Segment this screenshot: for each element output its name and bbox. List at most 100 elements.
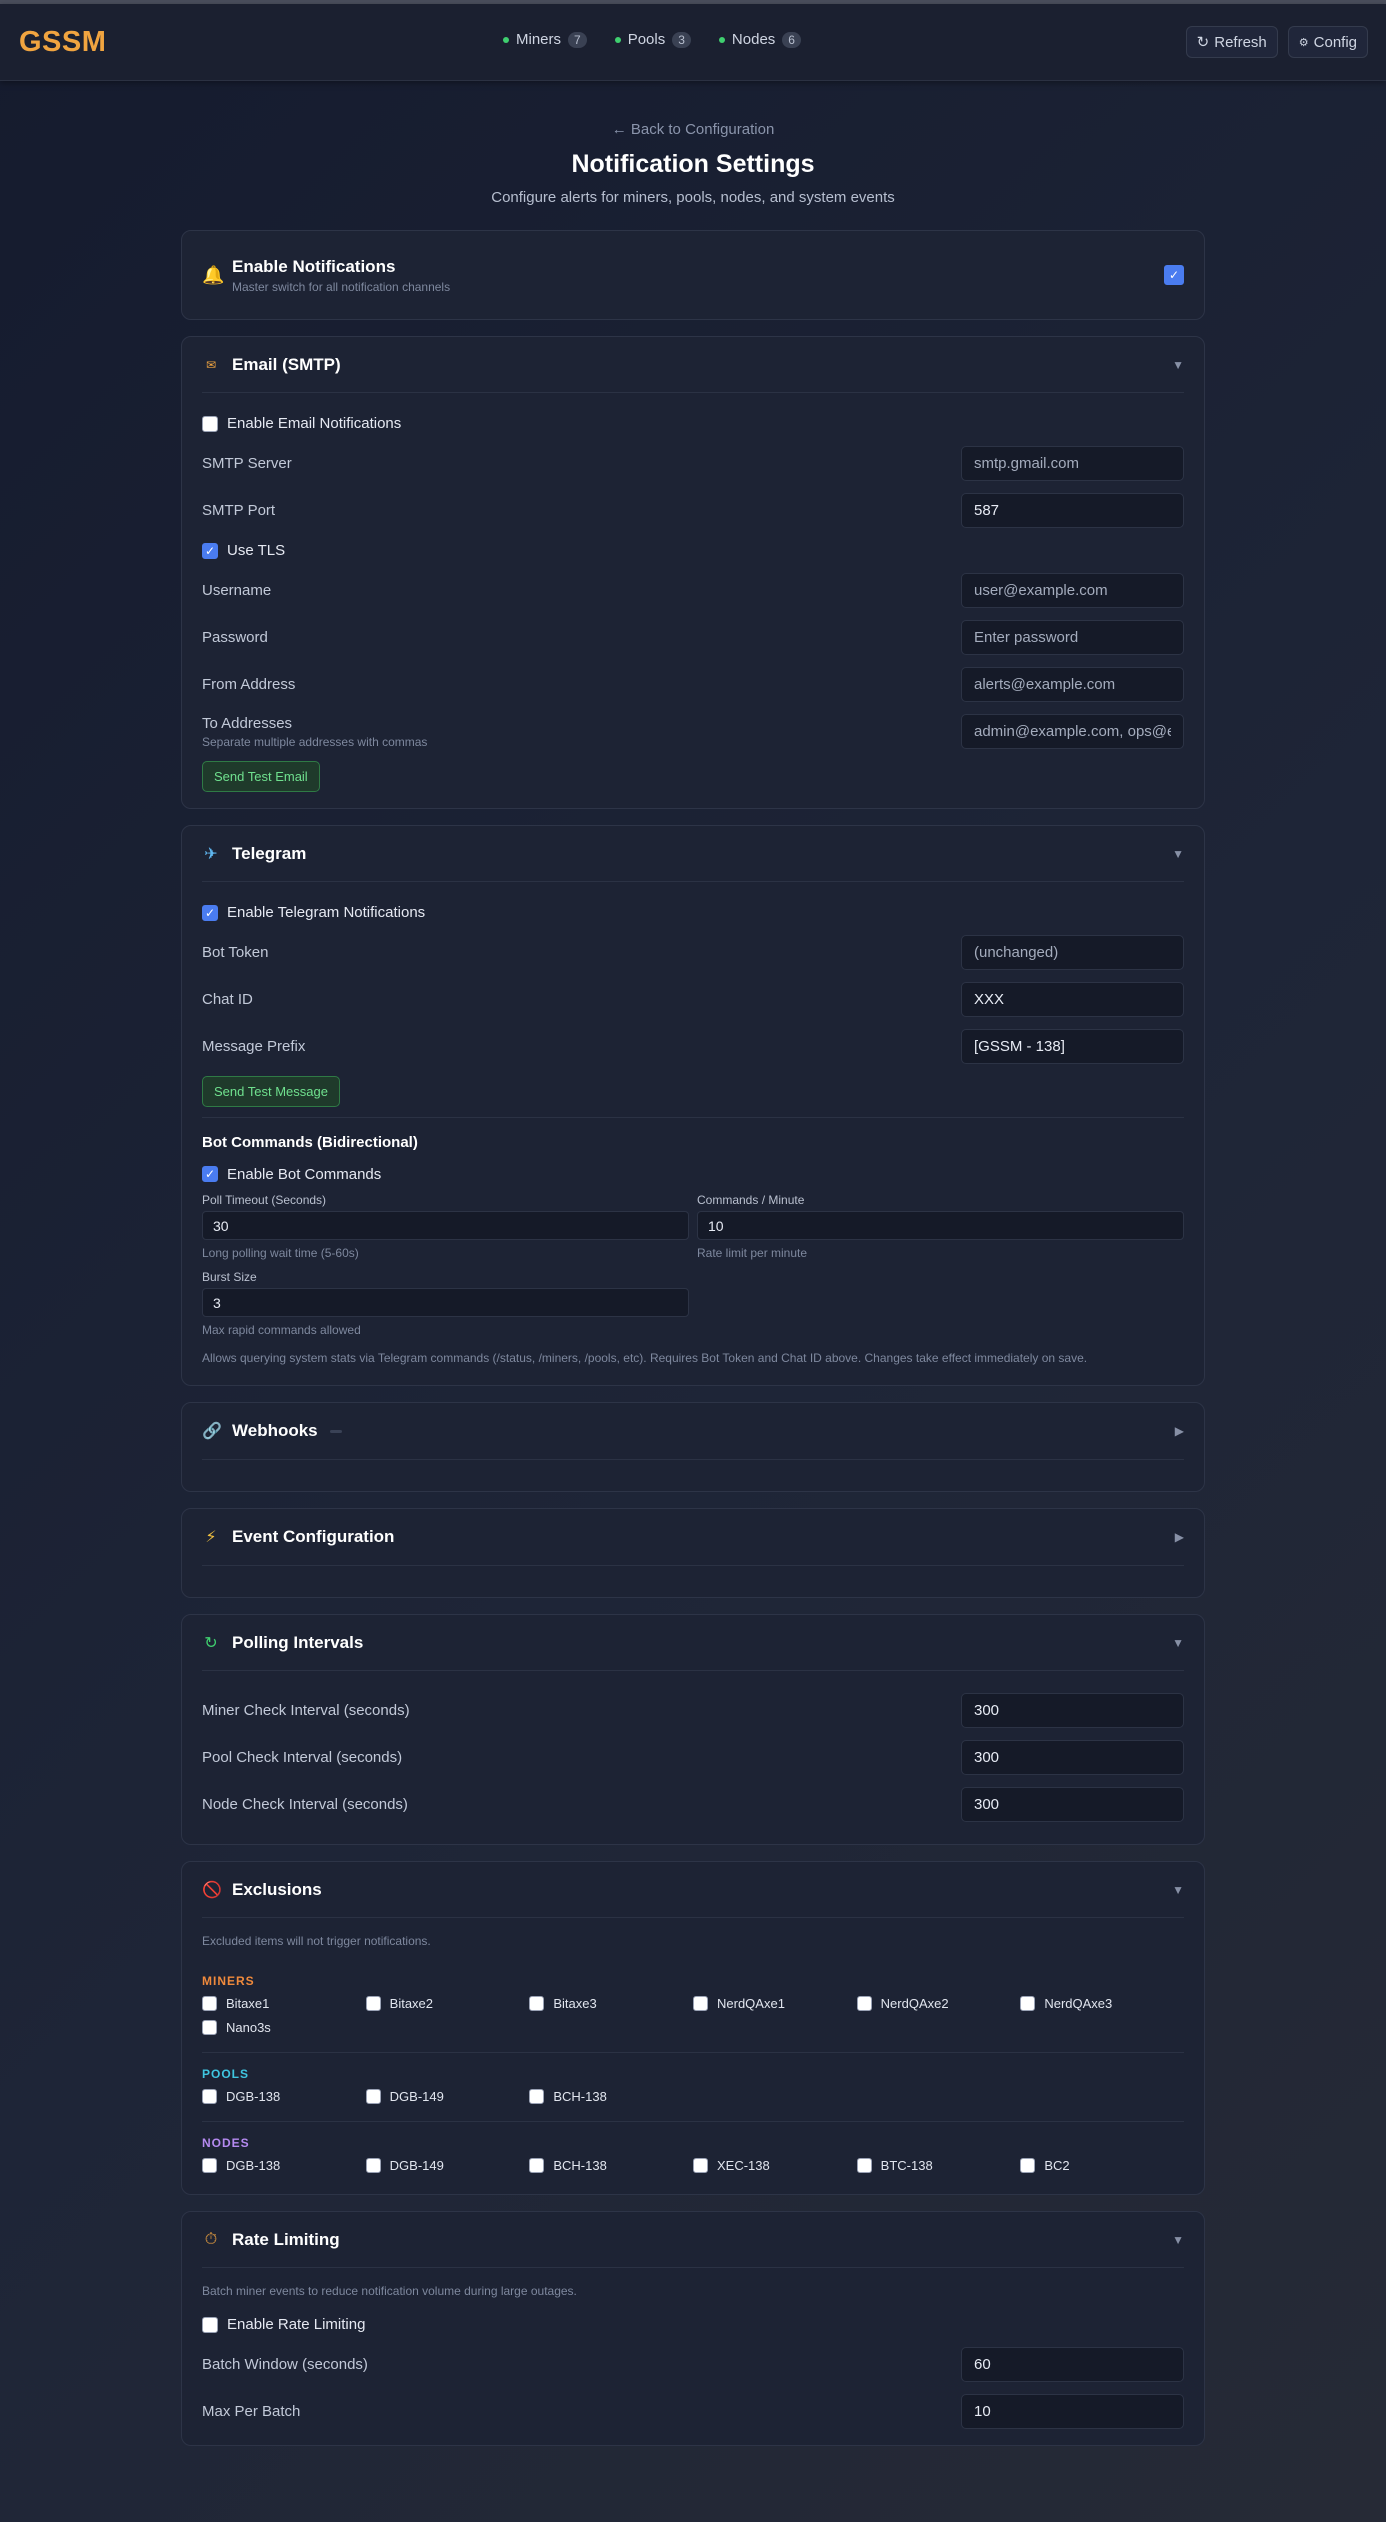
exclusion-item-label: BCH-138 [553,2088,607,2104]
refresh-button[interactable]: ↻ Refresh [1185,26,1278,58]
enable-bot-commands-row[interactable]: Enable Bot Commands [202,1161,1184,1187]
chevron-down-icon[interactable]: ▼ [1172,358,1184,372]
miner-check-interval-input[interactable] [961,1693,1184,1728]
nav-tab-nodes[interactable]: Nodes 6 [711,27,809,52]
exclusion-checkbox[interactable] [856,2157,872,2173]
exclusion-checkbox[interactable] [202,2019,217,2035]
message-prefix-input[interactable] [961,1029,1184,1064]
exclusion-checkbox[interactable] [1020,2157,1036,2173]
link-icon: 🔗 [202,1423,222,1440]
node-check-interval-label: Node Check Interval (seconds) [202,1796,408,1813]
use-tls-row[interactable]: Use TLS [202,534,1184,567]
exclusion-checkbox[interactable] [202,2157,217,2173]
chat-id-label: Chat ID [202,991,253,1008]
back-to-configuration-link[interactable]: ← Back to Configuration [0,121,1386,138]
master-switch-checkbox[interactable] [1164,265,1184,285]
max-per-batch-input[interactable] [961,2394,1184,2429]
smtp-server-input[interactable] [961,446,1184,481]
pool-check-interval-input[interactable] [961,1740,1184,1775]
smtp-port-input[interactable] [961,493,1184,528]
send-test-message-button[interactable]: Send Test Message [202,1076,340,1107]
exclusions-card-title: Exclusions [232,1879,322,1899]
exclusion-checkbox[interactable] [529,1995,545,2011]
chevron-down-icon[interactable]: ▼ [1172,2233,1184,2247]
burst-size-input[interactable] [202,1288,689,1317]
exclusion-item-label: NerdQAxe1 [717,1995,785,2011]
poll-timeout-input[interactable] [202,1211,689,1240]
webhooks-card-header[interactable]: 🔗 Webhooks ▶ [202,1403,1184,1460]
pool-check-interval-row: Pool Check Interval (seconds) [202,1734,1184,1781]
exclusions-card-header[interactable]: 🚫 Exclusions ▼ [202,1862,1184,1918]
exclusion-item-node[interactable]: BCH-138 [529,2156,693,2174]
exclusion-item-label: Bitaxe3 [553,1995,597,2011]
exclusion-checkbox[interactable] [365,2157,381,2173]
chevron-right-icon[interactable]: ▶ [1175,1424,1184,1438]
status-dot-icon [614,36,621,43]
exclusion-checkbox[interactable] [529,2088,545,2104]
enable-rate-limiting-row[interactable]: Enable Rate Limiting [202,2308,1184,2341]
exclusion-item-pool[interactable]: BCH-138 [529,2087,693,2105]
refresh-label: Refresh [1214,33,1267,51]
bot-token-input[interactable] [961,935,1184,970]
email-card-header[interactable]: ✉ Email (SMTP) ▼ [202,337,1184,393]
exclusion-item-miner[interactable]: Bitaxe2 [365,1994,530,2012]
chevron-right-icon[interactable]: ▶ [1175,1530,1184,1544]
username-input[interactable] [961,573,1184,608]
password-input[interactable] [961,620,1184,655]
nodes-section-label: NODES [202,2136,250,2150]
chat-id-input[interactable] [961,982,1184,1017]
enable-email-checkbox[interactable] [202,415,218,432]
enable-bot-commands-checkbox[interactable] [202,1166,218,1182]
config-button[interactable]: ⚙ Config [1287,26,1368,58]
exclusion-item-label: DGB-149 [389,2088,444,2104]
count-badge: 7 [568,31,587,48]
enable-rate-limiting-checkbox[interactable] [202,2316,218,2333]
exclusion-item-node[interactable]: BC2 [1020,2156,1184,2174]
from-address-input[interactable] [961,667,1184,702]
exclusion-checkbox[interactable] [202,2088,217,2104]
exclusion-item-miner[interactable]: Bitaxe1 [202,1994,366,2012]
exclusion-item-pool[interactable]: DGB-149 [365,2087,530,2105]
use-tls-checkbox[interactable] [202,542,218,559]
settings-container: 🔔 Enable Notifications Master switch for… [181,230,1205,2446]
chevron-down-icon[interactable]: ▼ [1172,1883,1184,1897]
send-test-email-button[interactable]: Send Test Email [202,761,320,792]
exclusion-checkbox[interactable] [693,1995,708,2011]
chevron-down-icon[interactable]: ▼ [1172,847,1184,861]
exclusion-checkbox[interactable] [365,1995,381,2011]
exclusion-item-pool[interactable]: DGB-138 [202,2087,366,2105]
exclusion-checkbox[interactable] [365,2088,381,2104]
exclusion-checkbox[interactable] [1020,1995,1036,2011]
exclusion-checkbox[interactable] [693,2157,708,2173]
smtp-port-label: SMTP Port [202,502,276,519]
exclusion-checkbox[interactable] [529,2157,545,2173]
enable-telegram-row[interactable]: Enable Telegram Notifications [202,896,1184,929]
enable-telegram-checkbox[interactable] [202,904,218,921]
exclusion-item-node[interactable]: DGB-149 [365,2156,530,2174]
nav-tab-label: Nodes [731,31,776,48]
app-logo[interactable]: GSSM [19,26,106,59]
chevron-down-icon[interactable]: ▼ [1172,1636,1184,1650]
event-configuration-card-header[interactable]: ⚡ Event Configuration ▶ [202,1509,1184,1566]
commands-per-minute-input[interactable] [697,1211,1184,1240]
exclusion-checkbox[interactable] [856,1995,872,2011]
exclusion-item-miner[interactable]: NerdQAxe2 [856,1994,1021,2012]
exclusion-checkbox[interactable] [202,1995,217,2011]
telegram-card-header[interactable]: ✈ Telegram ▼ [202,826,1184,882]
polling-intervals-card-header[interactable]: ↻ Polling Intervals ▼ [202,1615,1184,1671]
nav-tab-pools[interactable]: Pools 3 [607,27,699,52]
exclusion-item-miner[interactable]: NerdQAxe1 [693,1994,857,2012]
commands-per-minute-label: Commands / Minute [697,1193,805,1207]
exclusion-item-miner[interactable]: Nano3s [202,2018,366,2036]
exclusion-item-node[interactable]: BTC-138 [856,2156,1021,2174]
to-addresses-input[interactable] [961,714,1184,749]
node-check-interval-input[interactable] [961,1787,1184,1822]
enable-email-row[interactable]: Enable Email Notifications [202,407,1184,440]
exclusion-item-miner[interactable]: Bitaxe3 [529,1994,693,2012]
exclusion-item-node[interactable]: DGB-138 [202,2156,366,2174]
nav-tab-miners[interactable]: Miners 7 [495,27,595,52]
exclusion-item-node[interactable]: XEC-138 [693,2156,857,2174]
batch-window-input[interactable] [961,2347,1184,2382]
exclusion-item-miner[interactable]: NerdQAxe3 [1020,1994,1184,2012]
rate-limiting-card-header[interactable]: ⏱ Rate Limiting ▼ [202,2212,1184,2268]
